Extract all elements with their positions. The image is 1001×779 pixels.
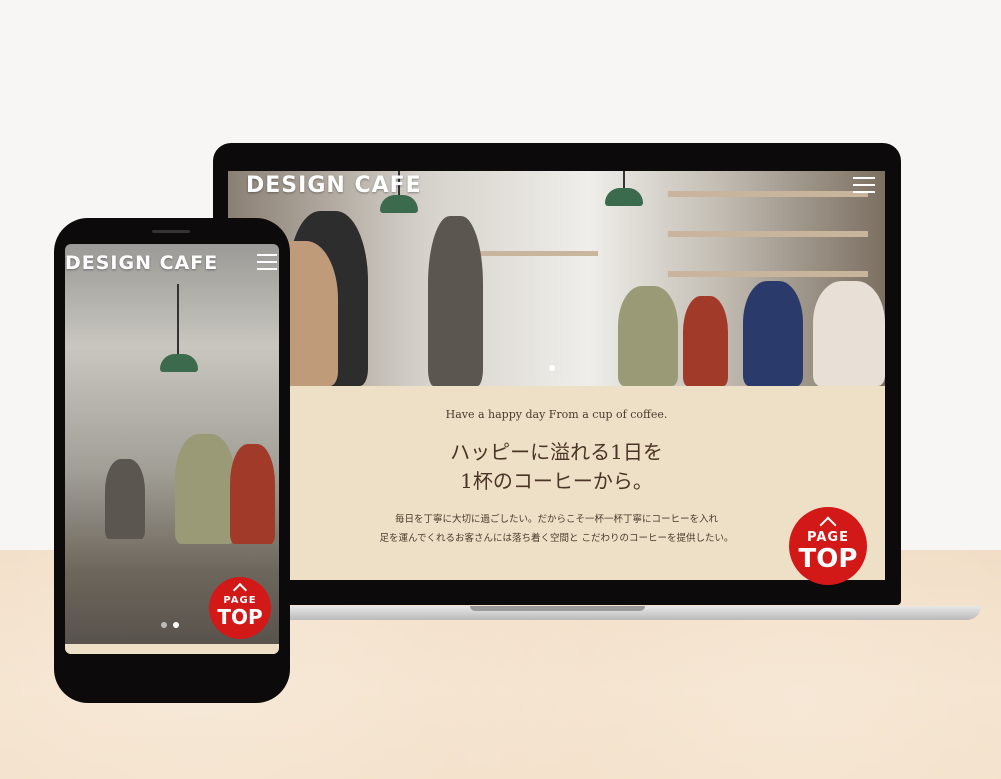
hamburger-icon: [257, 254, 277, 256]
laptop-screen: DESIGN CAFE Have a happy day From a cup …: [228, 171, 885, 580]
headline: ハッピーに溢れる1日を 1杯のコーヒーから。: [228, 438, 885, 496]
mobile-menu-button[interactable]: [257, 254, 277, 275]
slider-dot-active[interactable]: [173, 622, 179, 628]
phone-speaker: [152, 230, 190, 233]
brand-logo[interactable]: DESIGN CAFE: [246, 173, 422, 198]
mobile-slider-dots: [161, 622, 179, 628]
mobile-brand-logo[interactable]: DESIGN CAFE: [65, 252, 218, 274]
hero-image: DESIGN CAFE: [228, 171, 885, 386]
slider-dot[interactable]: [549, 365, 555, 371]
intro-text-line-2: 足を運んでくれるお客さんには落ち着く空間と こだわりのコーヒーを提供したい。: [379, 533, 734, 544]
page-top-button[interactable]: PAGE TOP: [789, 507, 867, 585]
headline-line-1: ハッピーに溢れる1日を: [450, 440, 663, 464]
hamburger-icon: [853, 177, 875, 179]
tagline: Have a happy day From a cup of coffee.: [445, 408, 668, 421]
menu-button[interactable]: [853, 177, 875, 198]
intro-text: 毎日を丁寧に大切に過ごしたい。だからこそ一杯一杯丁寧にコーヒーを入れ 足を運んで…: [228, 510, 885, 548]
intro-section: Have a happy day From a cup of coffee. ハ…: [228, 386, 885, 580]
mobile-page-top-button[interactable]: PAGE TOP: [209, 577, 271, 639]
page-top-label-2: TOP: [798, 544, 858, 574]
headline-line-2: 1杯のコーヒーから。: [460, 469, 653, 493]
intro-text-line-1: 毎日を丁寧に大切に過ごしたい。だからこそ一杯一杯丁寧にコーヒーを入れ: [394, 514, 718, 525]
slider-dot[interactable]: [161, 622, 167, 628]
laptop-notch: [470, 606, 645, 611]
mobile-page-top-label-2: TOP: [217, 605, 263, 629]
slider-dots: [549, 365, 555, 371]
